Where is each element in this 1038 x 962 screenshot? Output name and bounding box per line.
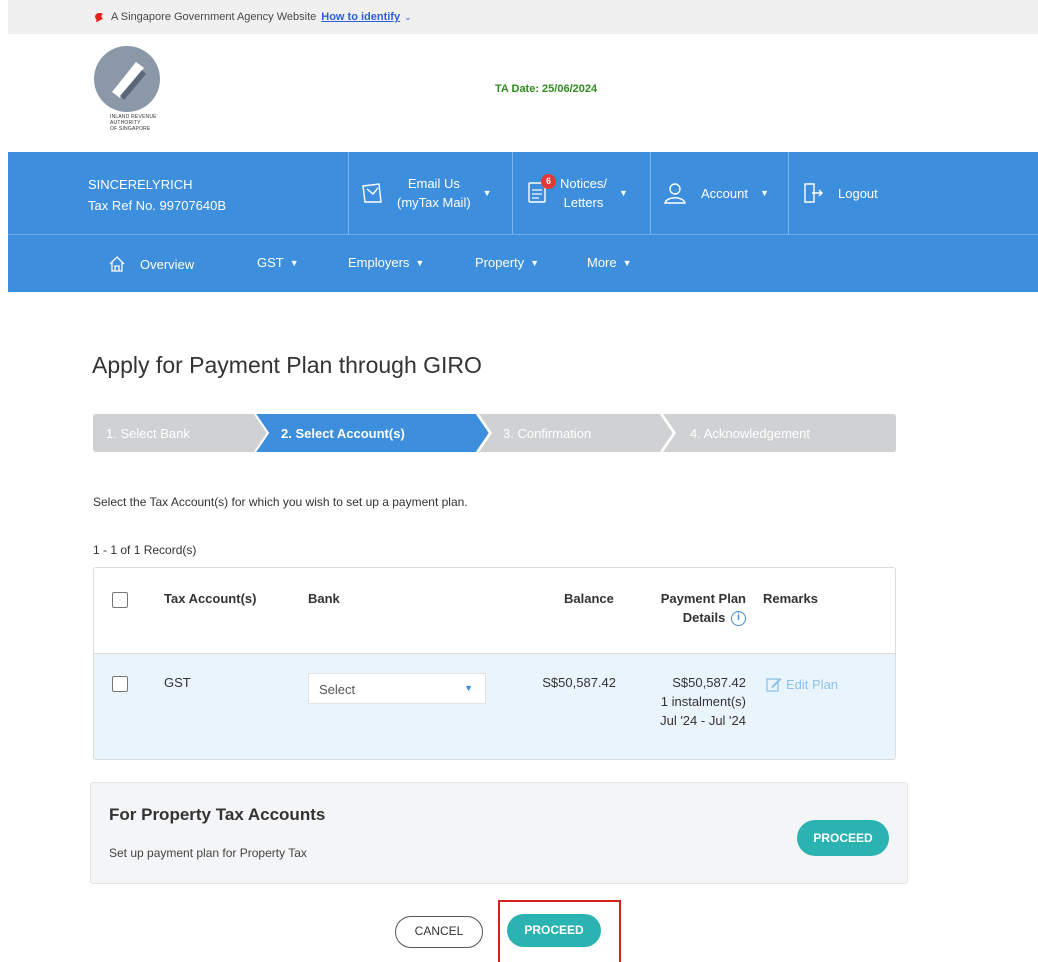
progress-stepper: 1. Select Bank 2. Select Account(s) 3. C… [93,414,896,452]
cancel-button[interactable]: CANCEL [395,916,483,948]
nav-divider [788,152,789,234]
header-balance: Balance [564,591,614,606]
header-bank: Bank [308,591,340,606]
caret-down-icon: ▼ [759,188,769,198]
notices-icon-wrap: 6 [526,173,556,207]
step-select-bank: 1. Select Bank [106,425,190,441]
edit-icon [766,678,782,692]
step-select-accounts: 2. Select Account(s) [281,425,405,441]
singapore-lion-icon [95,13,103,22]
nav-property-label: Property [475,255,525,270]
gov-banner-text: A Singapore Government Agency Website [111,11,317,23]
tax-ref: Tax Ref No. 99707640B [88,198,227,213]
nav-gst[interactable]: GST ▼ [257,255,299,270]
nav-more-label: More [587,255,617,270]
logout-label: Logout [838,185,878,201]
bank-select-dropdown[interactable]: Select ▼ [308,673,486,704]
mail-icon [362,183,382,203]
row-payment-plan: S$50,587.42 1 instalment(s) Jul '24 - Ju… [660,675,746,728]
caret-down-icon: ▼ [415,257,425,268]
notices-label-1: Notices/ [560,176,607,191]
email-label-2: (myTax Mail) [397,195,471,210]
nav-divider [650,152,651,234]
nav-employers-label: Employers [348,255,410,270]
page-title: Apply for Payment Plan through GIRO [92,352,482,378]
table-row: GST Select ▼ S$50,587.42 S$50,587.42 1 i… [94,654,895,759]
table-header: Tax Account(s) Bank Balance Payment Plan… [94,568,895,654]
tax-accounts-table: Tax Account(s) Bank Balance Payment Plan… [93,567,896,760]
iras-logo[interactable]: INLAND REVENUE AUTHORITY OF SINGAPORE [80,42,200,147]
property-proceed-button[interactable]: PROCEED [797,820,889,856]
how-to-identify-link[interactable]: How to identify [321,11,400,23]
user-icon [664,183,686,204]
header-remarks: Remarks [763,591,818,606]
caret-down-icon: ▼ [622,257,632,268]
chevron-down-icon[interactable]: ⌄ [404,12,412,23]
select-all-checkbox[interactable] [112,592,128,608]
nav-gst-label: GST [257,255,284,270]
header-payment-plan: Payment Plan Details i [660,591,746,627]
notices-letters-button[interactable]: 6 Notices/ Letters ▼ [526,152,628,234]
account-label: Account [701,185,748,201]
gov-masthead: A Singapore Government Agency Website Ho… [8,0,1038,34]
iras-logo-icon [94,46,160,112]
edit-plan-label: Edit Plan [786,676,839,692]
logout-icon [804,183,823,203]
caret-down-icon: ▼ [482,188,492,198]
property-tax-panel: For Property Tax Accounts Set up payment… [90,782,908,884]
row-tax-account: GST [164,675,191,690]
instruction-text: Select the Tax Account(s) for which you … [93,495,468,509]
notices-count-badge: 6 [541,173,556,189]
header-tax-account: Tax Account(s) [164,591,257,606]
caret-down-icon: ▼ [464,683,473,693]
notices-label-2: Letters [563,195,604,210]
row-balance: S$50,587.42 [542,675,616,690]
bank-select-value: Select [319,682,356,697]
info-icon[interactable]: i [731,611,746,627]
nav-overview[interactable]: Overview [108,255,194,273]
nav-divider [512,152,513,234]
highlight-box [498,900,621,962]
nav-employers[interactable]: Employers ▼ [348,255,424,270]
nav-property[interactable]: Property ▼ [475,255,539,270]
account-button[interactable]: Account ▼ [663,152,769,234]
row-checkbox[interactable] [112,676,128,692]
nav-divider [348,152,349,234]
ta-date: TA Date: 25/06/2024 [495,83,598,95]
logout-button[interactable]: Logout [802,152,878,234]
step-confirmation: 3. Confirmation [503,425,592,441]
step-acknowledgement: 4. Acknowledgement [690,425,810,441]
edit-plan-link[interactable]: Edit Plan [766,676,838,692]
record-count: 1 - 1 of 1 Record(s) [93,543,197,557]
sub-nav-bar: Overview GST ▼ Employers ▼ Property ▼ More ▼ [8,234,1038,292]
nav-more[interactable]: More ▼ [587,255,632,270]
caret-down-icon: ▼ [289,257,299,268]
user-info: SINCERELYRICH Tax Ref No. 99707640B [88,174,226,216]
home-icon [109,256,125,272]
top-nav-bar: SINCERELYRICH Tax Ref No. 99707640B Emai… [8,152,1038,234]
nav-overview-label: Overview [140,256,195,272]
property-panel-subtitle: Set up payment plan for Property Tax [109,846,307,860]
caret-down-icon: ▼ [618,188,628,198]
user-name: SINCERELYRICH [88,177,193,192]
caret-down-icon: ▼ [530,257,540,268]
email-label-1: Email Us [407,176,460,191]
property-panel-title: For Property Tax Accounts [109,805,326,824]
logo-text: INLAND REVENUE AUTHORITY OF SINGAPORE [110,114,157,132]
email-us-button[interactable]: Email Us (myTax Mail) ▼ [361,152,492,234]
